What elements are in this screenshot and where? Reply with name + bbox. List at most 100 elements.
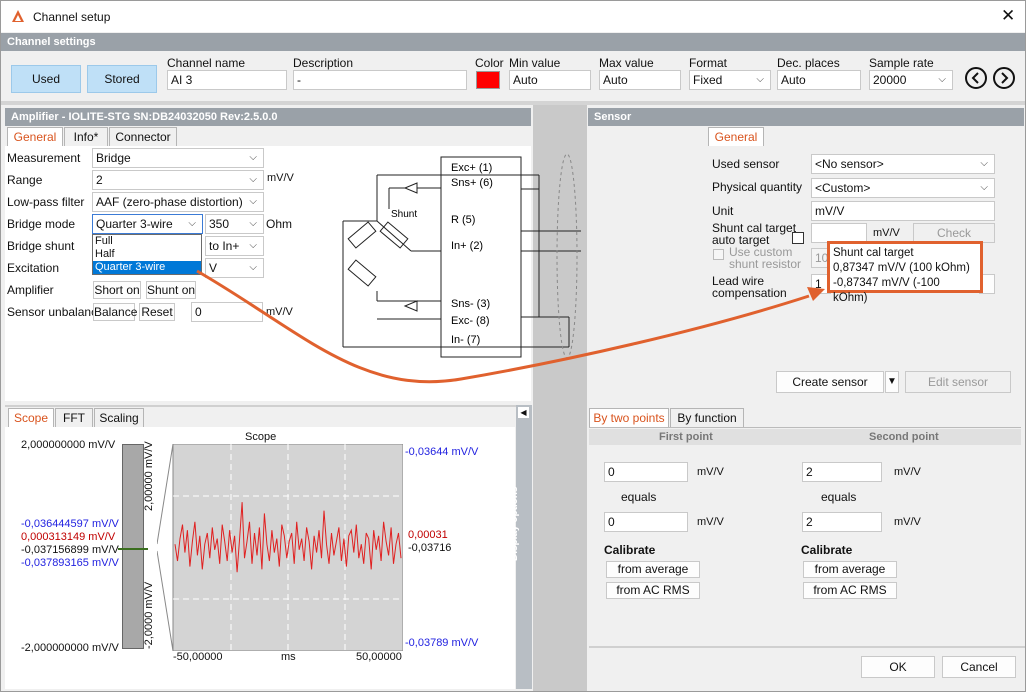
diagram-in-plus: In+ (2) — [451, 240, 483, 252]
shunt-on-button[interactable]: Shunt on — [146, 281, 196, 299]
second-point-output[interactable]: 2 — [802, 512, 882, 532]
channel-name-label: Channel name — [167, 56, 246, 70]
balance-button[interactable]: Balance — [93, 303, 137, 321]
dropdown-option-quarter[interactable]: Quarter 3-wire — [93, 261, 201, 274]
tab-two-points[interactable]: By two points — [589, 408, 669, 427]
lowpass-select[interactable]: AAF (zero-phase distortion) ⌵ — [92, 192, 264, 212]
close-icon[interactable]: ✕ — [1001, 6, 1015, 26]
calibration-header-bar — [589, 429, 1021, 445]
first-calibrate-label: Calibrate — [604, 543, 656, 557]
used-sensor-select[interactable]: <No sensor> ⌵ — [811, 154, 995, 174]
chevron-down-icon: ⌵ — [980, 158, 988, 169]
format-select[interactable]: Fixed ⌵ — [689, 70, 771, 90]
short-on-button[interactable]: Short on — [93, 281, 141, 299]
create-sensor-button[interactable]: Create sensor — [776, 371, 884, 393]
shunt-cal-label: Shunt cal target auto target — [712, 222, 796, 246]
tab-sensor-general[interactable]: General — [708, 127, 764, 146]
custom-shunt-checkbox[interactable] — [713, 249, 724, 260]
first-point-output[interactable]: 0 — [604, 512, 688, 532]
scope-red-value: 0,000313149 mV/V — [21, 531, 116, 543]
custom-shunt-label-2: shunt resistor — [729, 257, 802, 271]
x-axis-right: 50,00000 — [356, 651, 402, 663]
tab-scope[interactable]: Scope — [8, 408, 54, 427]
format-label: Format — [689, 56, 728, 70]
tooltip-line-1: 0,87347 mV/V (100 kOhm) — [833, 262, 970, 274]
tooltip-line-2: -0,87347 mV/V (-100 kOhm) — [833, 277, 940, 304]
unit-input[interactable]: mV/V — [811, 201, 995, 221]
sample-rate-select[interactable]: 20000 ⌵ — [869, 70, 953, 90]
measurement-select[interactable]: Bridge ⌵ — [92, 148, 264, 168]
previous-channel-icon[interactable] — [964, 66, 988, 90]
check-button[interactable]: Check — [913, 223, 995, 243]
color-swatch[interactable] — [476, 71, 500, 89]
reset-button[interactable]: Reset — [139, 303, 175, 321]
range-unit: mV/V — [267, 172, 294, 184]
x-axis-left: -50,00000 — [173, 651, 223, 663]
bridge-shunt-select[interactable]: to In+ ⌵ — [205, 236, 264, 256]
display-options-label: Display options — [509, 486, 520, 561]
second-calibrate-label: Calibrate — [801, 543, 853, 557]
max-value-input[interactable]: Auto — [599, 70, 681, 90]
measurement-label: Measurement — [7, 151, 81, 165]
sample-rate-label: Sample rate — [869, 56, 934, 70]
create-sensor-menu-button[interactable]: ▼ — [885, 371, 899, 393]
second-from-rms-button[interactable]: from AC RMS — [803, 582, 897, 599]
measurement-value: Bridge — [96, 151, 131, 165]
shunt-cal-unit: mV/V — [873, 227, 900, 239]
excitation-select[interactable]: V ⌵ — [205, 258, 264, 278]
tab-scaling[interactable]: Scaling — [94, 408, 144, 427]
chevron-down-icon: ⌵ — [249, 240, 257, 251]
min-value-input[interactable]: Auto — [509, 70, 591, 90]
next-channel-icon[interactable] — [992, 66, 1016, 90]
tab-connector[interactable]: Connector — [109, 127, 177, 146]
diagram-exc-minus: Exc- (8) — [451, 315, 490, 327]
second-output-unit: mV/V — [894, 516, 921, 528]
shunt-cal-input[interactable] — [811, 223, 867, 243]
footer-divider — [589, 646, 1025, 648]
first-point-input[interactable]: 0 — [604, 462, 688, 482]
tab-info[interactable]: Info* — [64, 127, 108, 146]
range-select[interactable]: 2 ⌵ — [92, 170, 264, 190]
used-button[interactable]: Used — [11, 65, 81, 93]
cancel-button[interactable]: Cancel — [942, 656, 1016, 678]
channel-settings-header: Channel settings — [1, 33, 1025, 51]
physical-quantity-value: <Custom> — [815, 181, 871, 195]
first-from-average-button[interactable]: from average — [606, 561, 700, 578]
sensor-header: Sensor — [588, 108, 1024, 126]
app-logo-icon — [12, 10, 24, 22]
chevron-down-icon: ⌵ — [249, 174, 257, 185]
tab-fft[interactable]: FFT — [55, 408, 93, 427]
tab-general[interactable]: General — [7, 127, 63, 146]
second-point-input[interactable]: 2 — [802, 462, 882, 482]
scope-blue-value-1: -0,036444597 mV/V — [21, 518, 119, 530]
resistance-select[interactable]: 350 ⌵ — [205, 214, 264, 234]
ok-button[interactable]: OK — [861, 656, 935, 678]
second-from-average-button[interactable]: from average — [803, 561, 897, 578]
bridge-diagram: Shunt Exc+ (1) Sns+ (6) R (5) In+ (2) Sn… — [342, 153, 581, 359]
lead-wire-label-2: compensation — [712, 286, 787, 300]
collapse-icon[interactable]: ◀ — [518, 407, 529, 418]
diagram-sns-plus: Sns+ (6) — [451, 177, 493, 189]
dec-places-input[interactable]: Auto — [777, 70, 861, 90]
dropdown-option-half[interactable]: Half — [93, 248, 201, 261]
range-value: 2 — [96, 173, 103, 187]
second-point-unit: mV/V — [894, 466, 921, 478]
auto-target-checkbox[interactable] — [792, 232, 804, 244]
chevron-down-icon: ⌵ — [249, 218, 257, 229]
min-value-label: Min value — [509, 56, 561, 70]
channel-name-input[interactable]: AI 3 — [167, 70, 287, 90]
diagram-sns-minus: Sns- (3) — [451, 298, 490, 310]
first-from-rms-button[interactable]: from AC RMS — [606, 582, 700, 599]
edit-sensor-button[interactable]: Edit sensor — [905, 371, 1011, 393]
level-bar — [122, 444, 144, 649]
physical-quantity-select[interactable]: <Custom> ⌵ — [811, 178, 995, 198]
window-title: Channel setup — [33, 10, 111, 24]
stored-button[interactable]: Stored — [87, 65, 157, 93]
dropdown-option-full[interactable]: Full — [93, 235, 201, 248]
max-value-label: Max value — [599, 56, 654, 70]
bridge-mode-select[interactable]: Quarter 3-wire ⌵ — [92, 214, 203, 234]
tab-by-function[interactable]: By function — [670, 408, 744, 427]
bar-bottom-value: -2,0000 mV/V — [143, 581, 155, 649]
description-input[interactable]: - — [293, 70, 467, 90]
unbalance-input[interactable]: 0 — [191, 302, 263, 322]
